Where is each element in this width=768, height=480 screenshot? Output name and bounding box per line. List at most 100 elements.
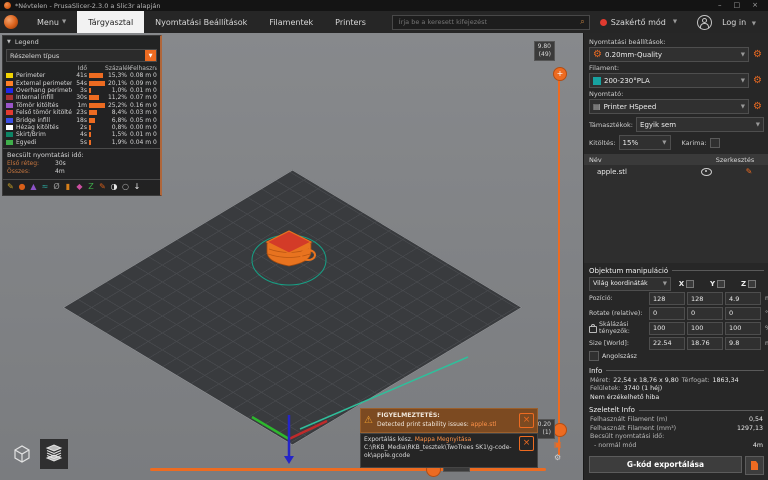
brim-checkbox[interactable]: [710, 138, 720, 148]
editor-view-button[interactable]: [8, 439, 36, 469]
mirror-z-button[interactable]: [748, 280, 756, 288]
feature-color-swatch: [6, 88, 13, 93]
tab-printers[interactable]: Printers: [324, 11, 377, 33]
mode-selector[interactable]: Szakértő mód ▼: [590, 18, 687, 27]
filament-combo[interactable]: 200-230°PLA ▼: [589, 73, 749, 88]
color-print-icon[interactable]: ◑: [110, 182, 119, 192]
export-to-sd-button[interactable]: [745, 456, 764, 475]
retractions-icon[interactable]: ●: [18, 182, 27, 192]
feature-color-swatch: [6, 95, 13, 100]
toolpaths-icon[interactable]: ○: [121, 182, 130, 192]
legend-toggle-icon[interactable]: ↓: [133, 182, 142, 192]
axis-x-header: X: [671, 280, 702, 288]
open-folder-link[interactable]: Mappa Megnyitása: [415, 436, 472, 443]
moves-slider[interactable]: [150, 468, 546, 471]
mirror-x-button[interactable]: [686, 280, 694, 288]
export-gcode-button[interactable]: G-kód exportálása: [589, 456, 742, 473]
rotate-x-field[interactable]: 0: [649, 307, 685, 320]
prusaslicer-logo: [4, 15, 18, 29]
rotate-z-field[interactable]: 0: [725, 307, 761, 320]
one-layer-mode-icon[interactable]: ▣: [554, 441, 562, 449]
edit-printer-gear-icon[interactable]: ⚙: [751, 102, 764, 112]
tab-filaments[interactable]: Filamentek: [258, 11, 324, 33]
scale-z-field[interactable]: 100: [725, 322, 761, 335]
deretractions-icon[interactable]: ▲: [29, 182, 38, 192]
size-z-field[interactable]: 9.8: [725, 337, 761, 350]
object-row[interactable]: apple.stl ✎: [584, 165, 768, 178]
scale-y-field[interactable]: 100: [687, 322, 723, 335]
printer-label: Nyomtató:: [589, 90, 764, 98]
legend-row: Skirt/Brim4s 1,5%0.01 m 0.00 g: [3, 131, 160, 138]
print-settings-combo[interactable]: ⚙ 0.20mm-Quality ▼: [589, 47, 749, 62]
coordinates-combo[interactable]: Világ koordináták ▼: [589, 277, 671, 291]
edit-filament-gear-icon[interactable]: ⚙: [751, 76, 764, 86]
gcode-file-icon: [751, 461, 758, 470]
position-x-field[interactable]: 128: [649, 292, 685, 305]
estimated-time-box: Becsült nyomtatási idő: Első réteg:30s Ö…: [3, 148, 160, 177]
object-list: Név Szerkesztés apple.stl ✎: [584, 154, 768, 263]
maximize-button[interactable]: □: [734, 2, 741, 9]
pause-prints-icon[interactable]: ◆: [75, 182, 84, 192]
layer-slider-lower-handle[interactable]: [553, 423, 567, 437]
dropdown-arrow-icon[interactable]: ▼: [145, 50, 156, 61]
viewport-3d[interactable]: ▼ Legend Részelem típus ▼ Idő Százalék F…: [0, 33, 583, 480]
mirror-y-button[interactable]: [717, 280, 725, 288]
uniform-scale-lock-icon[interactable]: [589, 326, 597, 333]
sliced-info-panel: Szeletelt Info Felhasznált Filament (m)0…: [584, 402, 768, 450]
collapse-icon: ▼: [7, 39, 11, 45]
login-button[interactable]: Log in ▼: [722, 18, 760, 27]
chevron-down-icon: ▼: [62, 19, 66, 25]
tool-changes-icon[interactable]: Ø: [52, 182, 61, 192]
printer-combo[interactable]: ▤ Printer HSpeed ▼: [589, 99, 749, 114]
chevron-down-icon: ▼: [752, 21, 756, 27]
close-icon[interactable]: ×: [519, 436, 534, 451]
chevron-down-icon: ▼: [673, 19, 677, 25]
layer-slider-upper-handle[interactable]: +: [553, 67, 567, 81]
menu-button[interactable]: Menu ▼: [26, 11, 77, 33]
size-y-field[interactable]: 18.76: [687, 337, 723, 350]
size-row: Size [World]: 22.54 18.76 9.8 mm: [589, 337, 764, 350]
search-input[interactable]: [397, 17, 581, 27]
inches-label: Angolszász: [602, 353, 637, 360]
minimize-button[interactable]: –: [718, 2, 722, 9]
axis-y-header: Y: [702, 280, 733, 288]
search-box[interactable]: ⌕: [392, 15, 590, 30]
seams-icon[interactable]: ≈: [41, 182, 50, 192]
legend-header[interactable]: ▼ Legend: [3, 36, 160, 48]
close-button[interactable]: ×: [752, 2, 758, 9]
export-path: C:\RKB_Media\RKB_tesztek\TwoTrees SK1\g-…: [364, 444, 515, 460]
menu-bar: Menu ▼ Tárgyasztal Nyomtatási Beállításo…: [0, 11, 768, 33]
inches-checkbox[interactable]: [589, 351, 599, 361]
close-icon[interactable]: ×: [519, 413, 534, 428]
warning-object-link[interactable]: apple.stl: [471, 421, 497, 428]
tab-print-settings[interactable]: Nyomtatási Beállítások: [144, 11, 258, 33]
edit-object-icon[interactable]: ✎: [734, 167, 764, 176]
rotate-y-field[interactable]: 0: [687, 307, 723, 320]
filament-label: Filament:: [589, 64, 764, 72]
user-account-icon[interactable]: [697, 15, 712, 30]
shells-icon[interactable]: ✎: [98, 182, 107, 192]
preview-view-button[interactable]: [40, 439, 68, 469]
infill-combo[interactable]: 15% ▼: [619, 135, 671, 150]
edit-print-settings-gear-icon[interactable]: ⚙: [751, 50, 764, 60]
feature-color-swatch: [6, 132, 13, 137]
scale-x-field[interactable]: 100: [649, 322, 685, 335]
position-z-field[interactable]: 4.9: [725, 292, 761, 305]
search-icon[interactable]: ⌕: [580, 18, 584, 26]
size-x-field[interactable]: 22.54: [649, 337, 685, 350]
custom-gcode-icon[interactable]: Z: [87, 182, 96, 192]
supports-combo[interactable]: Egyik sem ▼: [636, 117, 764, 132]
legend-row: Egyedi5s 1,9%0.04 m 0.00 g: [3, 139, 160, 146]
tab-plater[interactable]: Tárgyasztal: [77, 11, 144, 33]
legend-row: Bridge infill18s 6,8%0.05 m 0.00 g: [3, 116, 160, 123]
layer-slider[interactable]: [558, 73, 560, 455]
eye-icon[interactable]: [701, 168, 712, 176]
slider-settings-gear-icon[interactable]: ⚙: [554, 454, 561, 462]
position-y-field[interactable]: 128: [687, 292, 723, 305]
rotate-row: Rotate (relative): 0 0 0 °: [589, 307, 764, 320]
legend-row: Hézag kitöltés2s 0,8%0.00 m 0.00 g: [3, 124, 160, 131]
axis-z-header: Z: [733, 280, 764, 288]
color-changes-icon[interactable]: ▮: [64, 182, 73, 192]
view-type-dropdown[interactable]: Részelem típus ▼: [6, 49, 157, 62]
travel-icon[interactable]: ✎: [6, 182, 15, 192]
